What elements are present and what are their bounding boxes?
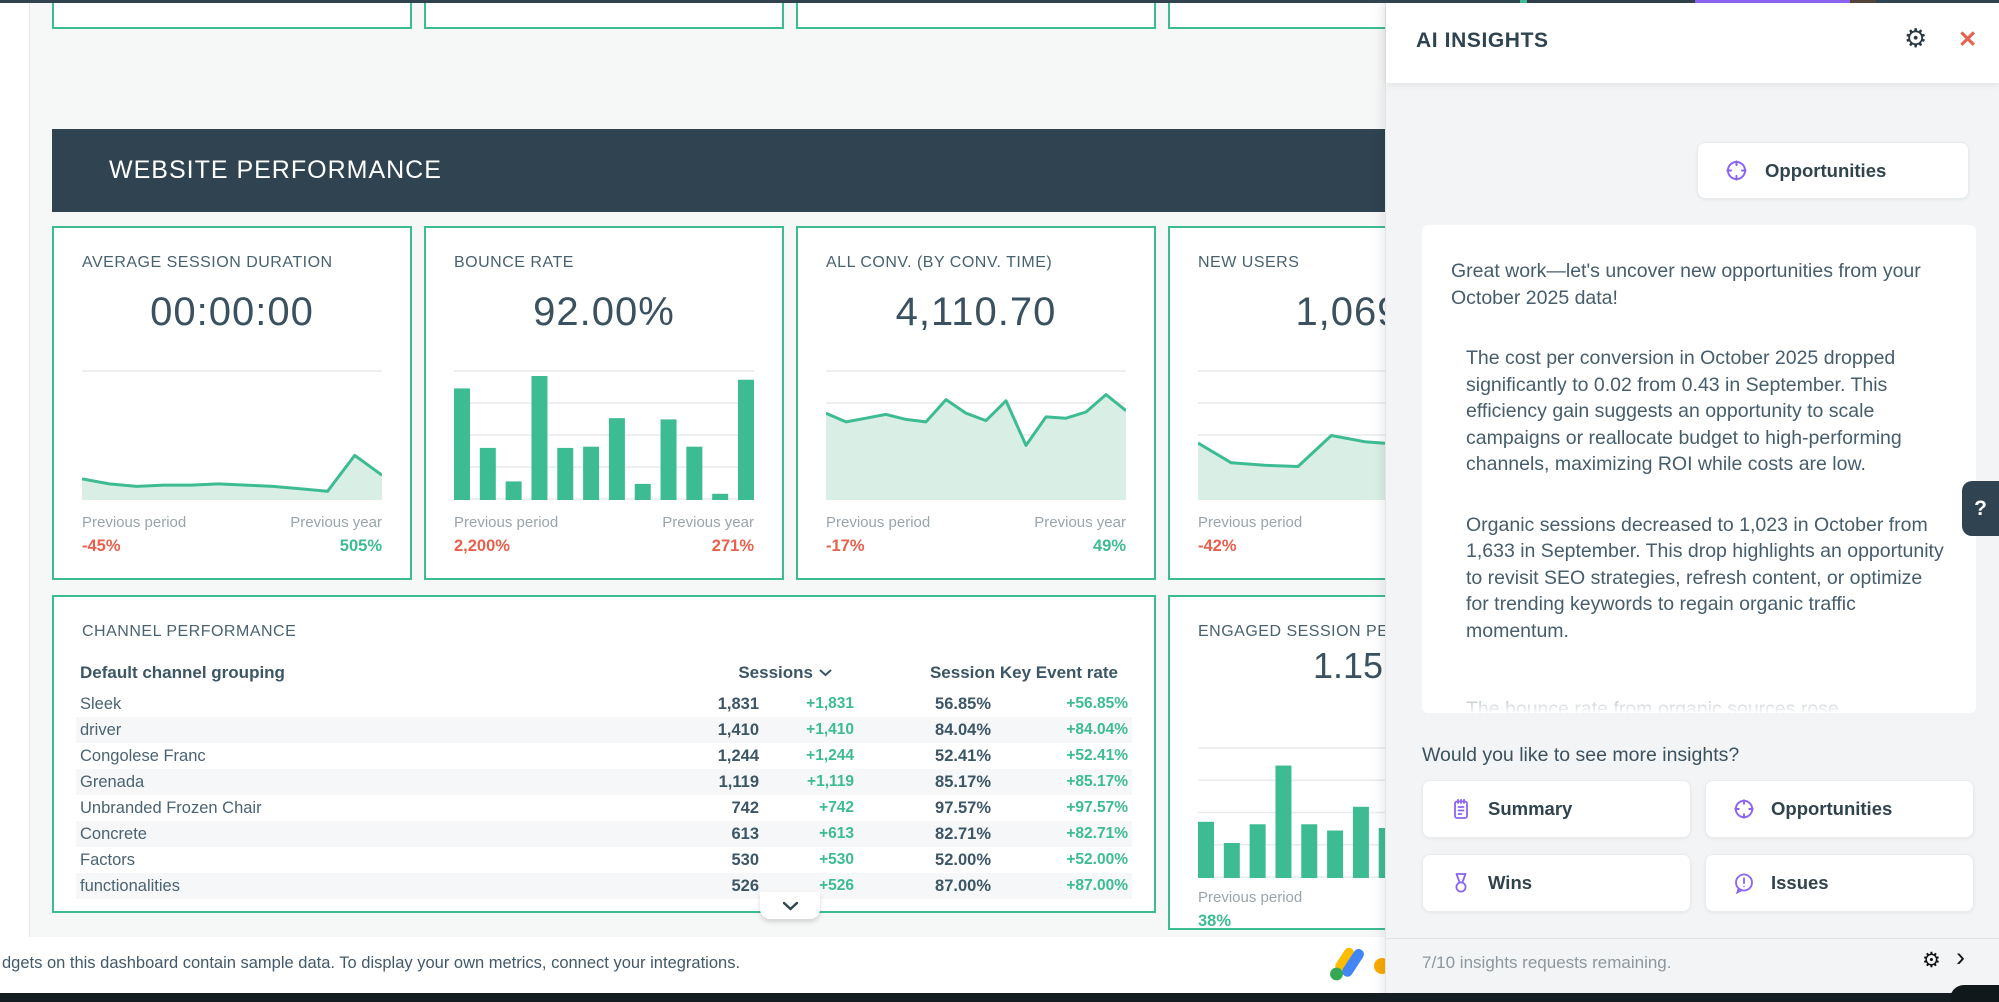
cutoff-widget-1[interactable] [52,3,412,29]
prev-period-change: -17% [826,537,865,556]
question-mark-icon: ? [1974,497,1987,521]
prev-year-change: 49% [1093,537,1126,556]
prev-period-change: 38% [1198,912,1231,931]
cutoff-widget-2[interactable] [424,3,784,29]
insight-action-buttons: Summary Opportunities Wins Issues [1422,780,1974,912]
insight-text-card[interactable]: Great work—let's uncover new opportuniti… [1422,225,1976,713]
target-icon [1732,797,1756,821]
button-label: Wins [1488,872,1532,894]
widget-value: 4,110.70 [798,290,1154,335]
bar-sparkline-chart [454,370,754,501]
col-header-sessions[interactable]: Sessions [659,663,854,683]
summary-button[interactable]: Summary [1422,780,1691,838]
widget-bounce-rate[interactable]: BOUNCE RATE 92.00% Previous period Previ… [424,226,784,580]
target-icon [1724,158,1749,183]
gear-icon[interactable]: ⚙ [1904,25,1927,51]
area-sparkline-chart [826,370,1126,501]
widget-title: ENGAGED SESSION PER [1198,623,1400,641]
table-row: Concrete 613 +613 82.71% +82.71% [76,821,1132,847]
sample-data-bar: dgets on this dashboard contain sample d… [0,937,1385,993]
table-row: Unbranded Frozen Chair 742 +742 97.57% +… [76,795,1132,821]
widget-title: NEW USERS [1198,254,1299,272]
wins-button[interactable]: Wins [1422,854,1691,912]
dashthis-dashboard-screen: WEBSITE PERFORMANCE AVERAGE SESSION DURA… [0,0,1999,1002]
widget-title: AVERAGE SESSION DURATION [82,254,333,272]
prev-year-change: 271% [712,537,754,556]
prev-period-change: -42% [1198,537,1237,556]
prev-period-label: Previous period [82,514,186,531]
prev-year-label: Previous year [1034,514,1126,531]
more-insights-prompt: Would you like to see more insights? [1422,744,1739,767]
requests-remaining-status: 7/10 insights requests remaining. [1422,953,1671,973]
bottom-edge-strip [0,993,1999,1002]
chevron-down-icon [782,901,799,911]
notepad-icon [1449,797,1473,821]
channel-table: Default channel grouping Sessions Sessio… [76,655,1132,899]
gear-icon[interactable]: ⚙ [1922,950,1941,971]
button-label: Issues [1771,872,1829,894]
chip-label: Opportunities [1765,160,1886,182]
table-row: Sleek 1,831 +1,831 56.85% +56.85% [76,691,1132,717]
cutoff-widget-3[interactable] [796,3,1156,29]
table-expand-button[interactable] [760,892,820,919]
prev-period-label: Previous period [1198,889,1302,906]
section-header-widget[interactable]: WEBSITE PERFORMANCE [52,129,1385,212]
prev-period-change: 2,200% [454,537,510,556]
button-label: Opportunities [1771,798,1892,820]
col-header-session-key-event-rate: Session Key Event rate [854,663,1128,683]
prev-period-label: Previous period [454,514,558,531]
alert-bubble-icon [1732,871,1756,895]
bottom-right-cutoff-element [1950,985,1999,1002]
prev-year-change: 505% [340,537,382,556]
button-label: Summary [1488,798,1572,820]
widget-all-conversions[interactable]: ALL CONV. (BY CONV. TIME) 4,110.70 Previ… [796,226,1156,580]
widget-title: BOUNCE RATE [454,254,574,272]
issues-button[interactable]: Issues [1705,854,1974,912]
ai-panel-title: AI INSIGHTS [1416,29,1549,53]
prev-period-change: -45% [82,537,121,556]
sample-data-message: dgets on this dashboard contain sample d… [2,954,740,973]
widget-value: 92.00% [426,290,782,335]
widget-channel-performance[interactable]: CHANNEL PERFORMANCE Default channel grou… [52,595,1156,913]
widget-title: ALL CONV. (BY CONV. TIME) [826,254,1052,272]
table-row: Grenada 1,119 +1,119 85.17% +85.17% [76,769,1132,795]
fade-overlay [1422,689,1976,713]
left-rail [0,3,30,937]
insight-paragraph: Organic sessions decreased to 1,023 in O… [1466,512,1948,645]
close-icon[interactable]: ✕ [1958,28,1977,51]
table-row: Factors 530 +530 52.00% +52.00% [76,847,1132,873]
sort-chevron-down-icon [819,669,832,677]
google-ads-icon [1326,944,1368,984]
medal-icon [1449,871,1473,895]
table-header-row: Default channel grouping Sessions Sessio… [76,655,1132,691]
prev-year-label: Previous year [290,514,382,531]
ai-panel-header: AI INSIGHTS ⚙ ✕ [1386,3,1999,83]
footer-divider [1386,938,1999,939]
prev-period-label: Previous period [1198,514,1302,531]
area-sparkline-chart [82,370,382,501]
widget-value: 00:00:00 [54,290,410,335]
col-header-channel: Default channel grouping [80,663,659,683]
ai-insights-panel: AI INSIGHTS ⚙ ✕ Opportunities Great work… [1385,0,1999,1002]
widget-average-session-duration[interactable]: AVERAGE SESSION DURATION 00:00:00 Previo… [52,226,412,580]
opportunities-button[interactable]: Opportunities [1705,780,1974,838]
section-title: WEBSITE PERFORMANCE [109,156,442,185]
table-row: functionalities 526 +526 87.00% +87.00% [76,873,1132,899]
insight-paragraph: The cost per conversion in October 2025 … [1466,345,1948,478]
insight-intro: Great work—let's uncover new opportuniti… [1451,258,1948,311]
table-row: driver 1,410 +1,410 84.04% +84.04% [76,717,1132,743]
prev-year-label: Previous year [662,514,754,531]
widget-title: CHANNEL PERFORMANCE [82,623,296,641]
table-row: Congolese Franc 1,244 +1,244 52.41% +52.… [76,743,1132,769]
prev-period-label: Previous period [826,514,930,531]
help-button[interactable]: ? [1962,481,1999,536]
top-edge-strip [0,0,1999,3]
chevron-right-icon[interactable]: › [1956,944,1965,971]
insight-category-chip[interactable]: Opportunities [1697,142,1969,199]
